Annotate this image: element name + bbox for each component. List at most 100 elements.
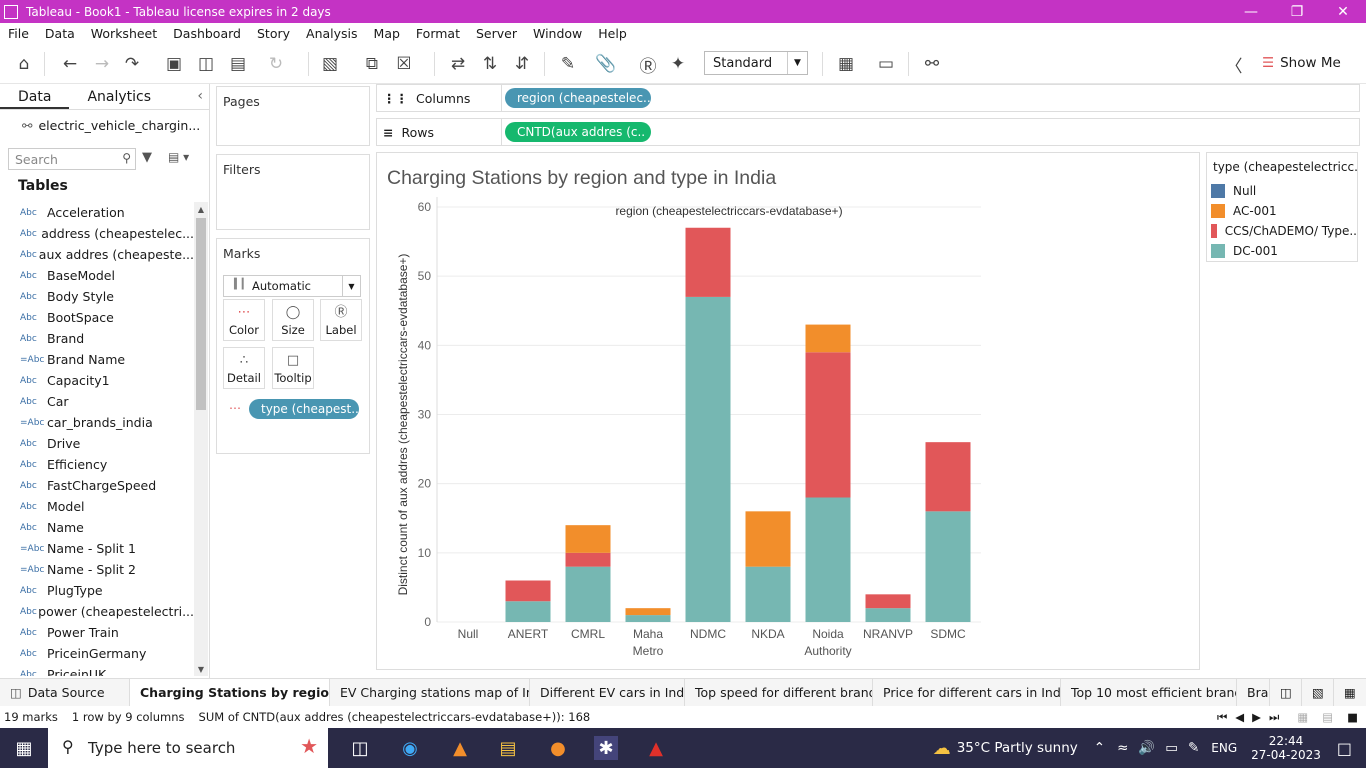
legend-item-ccs[interactable]: CCS/ChADEMO/ Type.. — [1207, 221, 1357, 241]
bar-segment[interactable] — [505, 601, 551, 622]
bar-segment[interactable] — [745, 566, 791, 622]
field-item[interactable]: Abc Car — [0, 391, 194, 412]
pin-icon[interactable]: ✦ — [666, 52, 690, 76]
new-worksheet-icon[interactable]: ▧ — [318, 52, 342, 76]
bar-segment[interactable] — [685, 296, 731, 622]
field-item[interactable]: Abc Capacity1 — [0, 370, 194, 391]
bar-segment[interactable] — [805, 324, 851, 353]
tooltip-button[interactable]: □ Tooltip — [272, 347, 314, 389]
field-item[interactable]: Abc Name — [0, 517, 194, 538]
rows-cntd-pill[interactable]: CNTD(aux addres (c.. — [505, 122, 651, 142]
menu-window[interactable]: Window — [533, 26, 582, 41]
rows-shelf[interactable]: ≡ Rows CNTD(aux addres (c.. — [376, 118, 1360, 146]
clock[interactable]: 22:44 27-04-2023 — [1251, 734, 1321, 762]
menu-worksheet[interactable]: Worksheet — [91, 26, 157, 41]
sheet-sorter-icon[interactable]: ▦ — [1297, 710, 1308, 724]
label-button[interactable]: Ⓡ Label — [320, 299, 362, 341]
attach-icon[interactable]: 📎 — [594, 52, 618, 76]
text-label-icon[interactable]: Ⓡ — [636, 52, 660, 77]
menu-data[interactable]: Data — [45, 26, 75, 41]
field-item[interactable]: Abc Efficiency — [0, 454, 194, 475]
tab-charging-stations[interactable]: Charging Stations by region an... — [130, 678, 330, 707]
clear-sheet-icon[interactable]: ☒ — [392, 52, 416, 76]
field-item[interactable]: =Abc Name - Split 1 — [0, 538, 194, 559]
tab-ev-map[interactable]: EV Charging stations map of India — [330, 678, 530, 707]
pen-icon[interactable]: ✎ — [1188, 740, 1199, 756]
field-item[interactable]: Abc BootSpace — [0, 307, 194, 328]
tab-price[interactable]: Price for different cars in India — [873, 678, 1061, 707]
mark-type-dropdown[interactable]: ▍▎ Automatic ▼ — [223, 275, 361, 297]
taskbar-search-input[interactable]: ⚲ Type here to search ★ — [48, 728, 328, 768]
vlc-icon[interactable]: ▲ — [448, 736, 472, 760]
share-icon[interactable]: ⚯ — [920, 52, 944, 76]
menu-file[interactable]: File — [8, 26, 29, 41]
columns-shelf[interactable]: ⋮⋮ Columns region (cheapestelec.. — [376, 84, 1360, 112]
field-item[interactable]: Abc Power Train — [0, 622, 194, 643]
filmstrip-icon[interactable]: ▤ — [1322, 710, 1333, 724]
pages-card[interactable]: Pages — [216, 86, 370, 146]
show-me-button[interactable]: ☰ Show Me — [1262, 55, 1341, 71]
sheet-nav-first-icon[interactable]: ⏮ — [1217, 710, 1227, 725]
bar-segment[interactable] — [745, 511, 791, 567]
field-item[interactable]: Abc PriceinUK — [0, 664, 194, 676]
legend-item-dc001[interactable]: DC-001 — [1207, 241, 1357, 261]
sort-descending-icon[interactable]: ⇵ — [510, 52, 534, 76]
tab-efficient-brands[interactable]: Top 10 most efficient brands — [1061, 678, 1237, 707]
field-item[interactable]: Abc PriceinGermany — [0, 643, 194, 664]
menu-server[interactable]: Server — [476, 26, 517, 41]
show-cards-icon[interactable]: ▦ — [834, 52, 858, 76]
field-item[interactable]: Abc Brand — [0, 328, 194, 349]
highlight-icon[interactable]: ✎ — [556, 52, 580, 76]
sheet-nav-next-icon[interactable]: ▶ — [1252, 710, 1261, 724]
bar-segment[interactable] — [865, 594, 911, 609]
bar-segment[interactable] — [925, 511, 971, 622]
presentation-mode-icon[interactable]: ▭ — [874, 52, 898, 76]
bar-segment[interactable] — [565, 566, 611, 622]
worksheet-view[interactable]: Charging Stations by region and type in … — [376, 152, 1200, 670]
menu-help[interactable]: Help — [598, 26, 627, 41]
new-worksheet-tab-icon[interactable]: ▧ — [1302, 678, 1334, 707]
acrobat-icon[interactable]: ▲ — [644, 736, 668, 760]
tableau-taskbar-icon[interactable]: ✱ — [594, 736, 618, 760]
sheet-nav-last-icon[interactable]: ⏭ — [1269, 710, 1279, 725]
fit-dropdown[interactable]: Standard ▼ — [704, 51, 808, 75]
columns-region-pill[interactable]: region (cheapestelec.. — [505, 88, 651, 108]
tab-data-source[interactable]: ◫ Data Source — [0, 678, 130, 707]
replay-icon[interactable]: ↷ — [120, 52, 144, 76]
field-item[interactable]: =Abc car_brands_india — [0, 412, 194, 433]
bar-chart[interactable]: 0 10 20 30 40 50 60 region (cheapestelectriccar… — [377, 153, 1199, 669]
menu-dashboard[interactable]: Dashboard — [173, 26, 241, 41]
bar-segment[interactable] — [925, 442, 971, 512]
collapse-pane-icon[interactable]: ‹ — [197, 88, 203, 104]
field-list-scrollbar[interactable]: ▲ ▼ — [194, 202, 208, 676]
field-item[interactable]: Abc FastChargeSpeed — [0, 475, 194, 496]
tab-top-speed[interactable]: Top speed for different brands — [685, 678, 873, 707]
weather-text[interactable]: 35°C Partly sunny — [957, 740, 1078, 756]
field-item[interactable]: Abc Acceleration — [0, 202, 194, 223]
redo-icon[interactable]: → — [90, 52, 114, 76]
tab-analytics[interactable]: Analytics — [69, 84, 169, 109]
duplicate-sheet-icon[interactable]: ⧉ — [360, 52, 384, 76]
datasource-item[interactable]: ⚯ electric_vehicle_chargin... — [0, 110, 209, 140]
bar-segment[interactable] — [685, 227, 731, 297]
bar-segment[interactable] — [805, 352, 851, 498]
restore-icon[interactable]: ❐ — [1274, 0, 1320, 23]
task-view-icon[interactable]: ◫ — [348, 736, 372, 760]
undo-icon[interactable]: ← — [58, 52, 82, 76]
save-icon[interactable]: ▣ — [162, 52, 186, 76]
bar-segment[interactable] — [865, 608, 911, 622]
sort-ascending-icon[interactable]: ⇅ — [478, 52, 502, 76]
scroll-up-icon[interactable]: ▲ — [194, 202, 208, 216]
menu-map[interactable]: Map — [374, 26, 400, 41]
file-explorer-icon[interactable]: ▤ — [496, 736, 520, 760]
notifications-icon[interactable]: □ — [1337, 739, 1352, 758]
field-item[interactable]: Abc Drive — [0, 433, 194, 454]
tabs-view-icon[interactable]: ■ — [1347, 710, 1358, 724]
field-item[interactable]: =Abc Brand Name — [0, 349, 194, 370]
chevron-up-icon[interactable]: ⌃ — [1094, 740, 1105, 756]
field-item[interactable]: Abc Body Style — [0, 286, 194, 307]
bar-segment[interactable] — [625, 615, 671, 622]
menu-format[interactable]: Format — [416, 26, 460, 41]
view-options-icon[interactable]: ▤ ▾ — [168, 150, 189, 164]
new-dashboard-tab-icon[interactable]: ▦ — [1334, 679, 1366, 707]
